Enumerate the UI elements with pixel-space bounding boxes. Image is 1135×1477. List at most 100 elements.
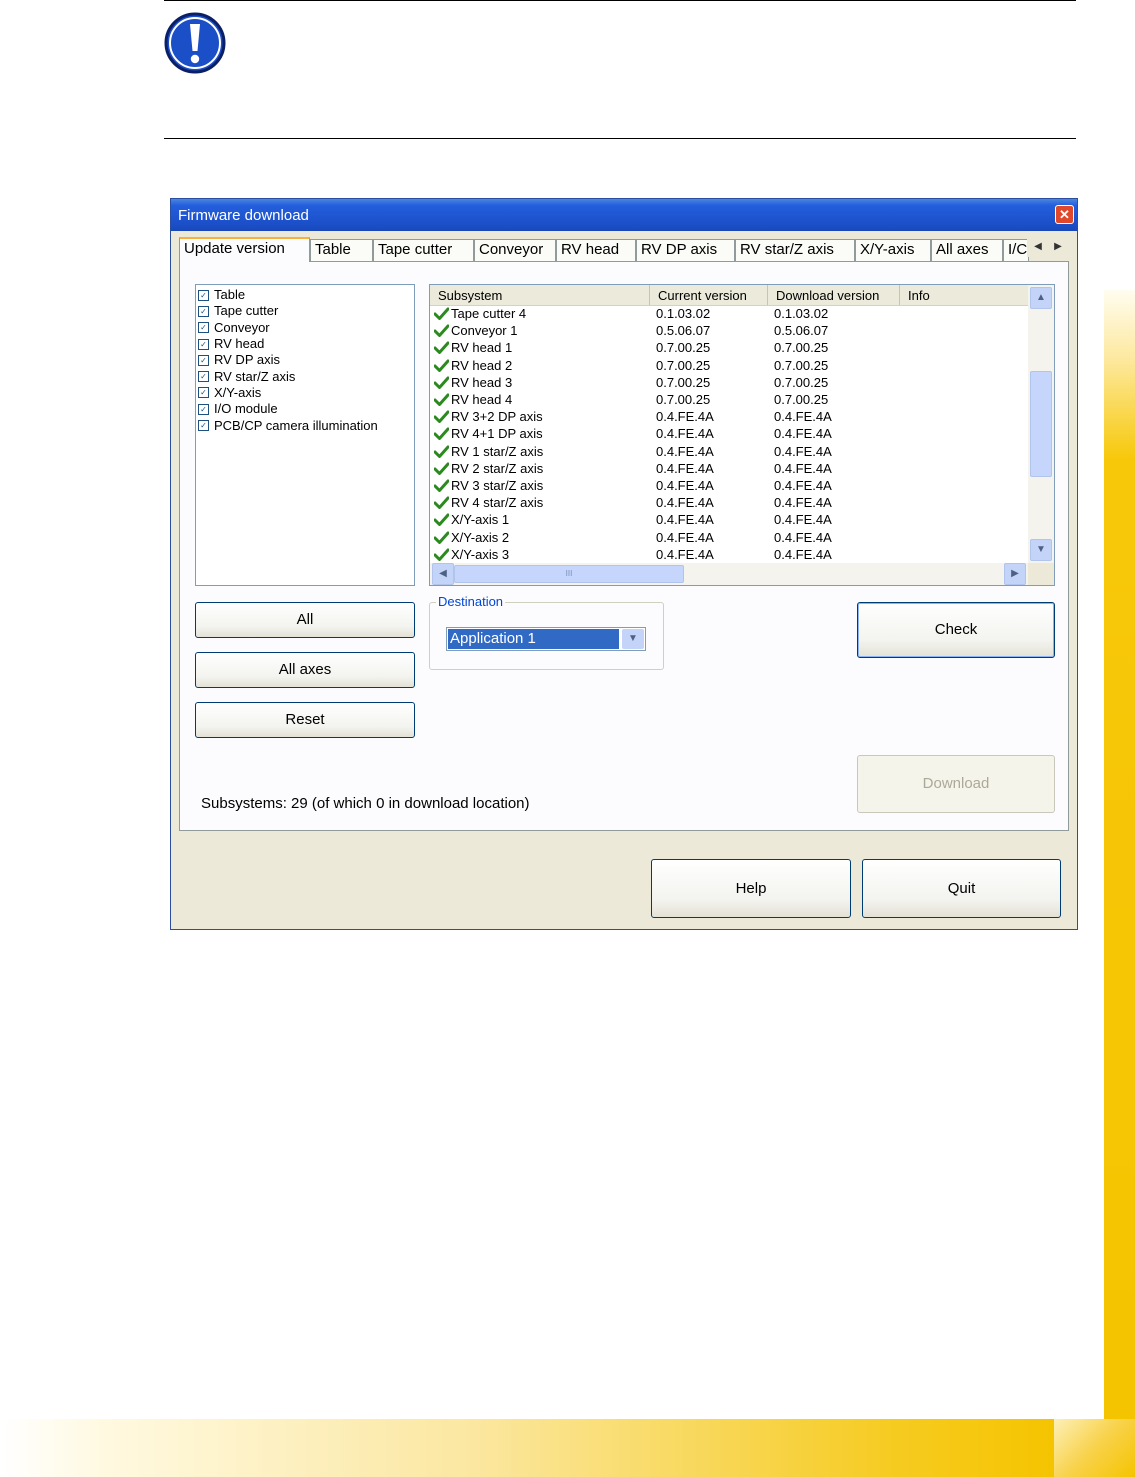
- checkbox[interactable]: ✓: [198, 420, 209, 432]
- green-checkmark-icon: [434, 393, 449, 406]
- title-bar[interactable]: Firmware download ✕: [171, 199, 1077, 231]
- decorative-bottom-bar: [0, 1419, 1054, 1477]
- vertical-scroll-thumb[interactable]: [1030, 371, 1052, 477]
- checkbox[interactable]: ✓: [198, 322, 209, 334]
- subsystem-check-rv-head[interactable]: ✓ RV head: [196, 336, 414, 352]
- cell-current-version: 0.5.06.07: [656, 323, 711, 339]
- green-checkmark-icon: [434, 410, 449, 424]
- checkbox[interactable]: ✓: [198, 387, 209, 399]
- tab-tape-cutter[interactable]: Tape cutter: [373, 239, 474, 261]
- quit-button[interactable]: Quit: [862, 859, 1061, 918]
- scroll-up-icon[interactable]: ▲: [1030, 287, 1052, 309]
- cell-subsystem: X/Y-axis 2: [451, 529, 510, 545]
- scroll-left-icon[interactable]: ◀: [432, 563, 454, 585]
- horizontal-scroll-thumb[interactable]: III: [454, 565, 684, 583]
- check-button[interactable]: Check: [857, 602, 1055, 658]
- update-version-panel: ✓ Table ✓ Tape cutter ✓ Conveyor ✓ RV head ✓…: [179, 261, 1069, 831]
- download-button[interactable]: Download: [857, 755, 1055, 813]
- table-row[interactable]: RV head 1 0.7.00.25 0.7.00.25: [430, 339, 1028, 356]
- cell-current-version: 0.7.00.25: [656, 340, 711, 356]
- version-grid: Subsystem Current version Download versi…: [429, 284, 1055, 586]
- subsystem-check-rv-star-z-axis[interactable]: ✓ RV star/Z axis: [196, 368, 414, 384]
- table-row[interactable]: X/Y-axis 3 0.4.FE.4A 0.4.FE.4A: [430, 546, 1028, 563]
- cell-subsystem: RV head 3: [451, 374, 513, 390]
- close-icon[interactable]: ✕: [1055, 205, 1074, 224]
- green-checkmark-icon: [434, 496, 449, 510]
- tab-scroll-right-icon[interactable]: ▶: [1047, 237, 1069, 257]
- column-header-download-version[interactable]: Download version: [768, 285, 900, 305]
- table-row[interactable]: RV 3 star/Z axis 0.4.FE.4A 0.4.FE.4A: [430, 477, 1028, 494]
- cell-current-version: 0.7.00.25: [656, 392, 711, 407]
- subsystem-label: Conveyor: [214, 319, 270, 335]
- vertical-scrollbar[interactable]: ▲ ▼: [1028, 285, 1054, 563]
- cell-subsystem: X/Y-axis 3: [451, 546, 510, 562]
- checkbox[interactable]: ✓: [198, 305, 209, 317]
- tab-table[interactable]: Table: [310, 239, 373, 261]
- subsystem-check-table[interactable]: ✓ Table: [196, 287, 414, 303]
- column-header-info[interactable]: Info: [900, 285, 1028, 305]
- checkbox[interactable]: ✓: [198, 403, 209, 415]
- subsystem-checklist: ✓ Table ✓ Tape cutter ✓ Conveyor ✓ RV head ✓…: [195, 284, 415, 586]
- horizontal-scrollbar[interactable]: ◀ III ▶: [430, 563, 1028, 585]
- tab-rv-dp-axis[interactable]: RV DP axis: [636, 239, 735, 261]
- help-button[interactable]: Help: [651, 859, 851, 918]
- tab-conveyor[interactable]: Conveyor: [474, 239, 556, 261]
- column-header-current-version[interactable]: Current version: [650, 285, 768, 305]
- cell-download-version: 0.7.00.25: [774, 392, 829, 407]
- subsystem-check-tape-cutter[interactable]: ✓ Tape cutter: [196, 303, 414, 319]
- decorative-bottom-corner: [1054, 1419, 1135, 1477]
- table-row[interactable]: RV 3+2 DP axis 0.4.FE.4A 0.4.FE.4A: [430, 408, 1028, 425]
- column-header-subsystem[interactable]: Subsystem: [430, 285, 650, 305]
- table-row[interactable]: Tape cutter 4 0.1.03.02 0.1.03.02: [430, 305, 1028, 322]
- table-row[interactable]: RV head 2 0.7.00.25 0.7.00.25: [430, 357, 1028, 374]
- table-row[interactable]: Conveyor 1 0.5.06.07 0.5.06.07: [430, 322, 1028, 339]
- subsystem-check-conveyor[interactable]: ✓ Conveyor: [196, 320, 414, 336]
- checkbox[interactable]: ✓: [198, 371, 209, 383]
- tab-all-axes[interactable]: All axes: [931, 239, 1003, 261]
- table-row[interactable]: RV head 3 0.7.00.25 0.7.00.25: [430, 374, 1028, 391]
- table-row[interactable]: RV 4+1 DP axis 0.4.FE.4A 0.4.FE.4A: [430, 425, 1028, 442]
- destination-select[interactable]: Application 1 ▼: [446, 627, 646, 651]
- tab-scroll-left-icon[interactable]: ◀: [1027, 237, 1049, 257]
- cell-download-version: 0.1.03.02: [774, 306, 829, 321]
- cell-current-version: 0.4.FE.4A: [656, 426, 714, 442]
- chevron-down-icon[interactable]: ▼: [622, 629, 644, 649]
- table-row[interactable]: RV 2 star/Z axis 0.4.FE.4A 0.4.FE.4A: [430, 460, 1028, 477]
- subsystem-label: Tape cutter: [214, 303, 279, 319]
- cell-subsystem: RV 3 star/Z axis: [451, 478, 544, 493]
- cell-subsystem: RV 1 star/Z axis: [451, 443, 544, 459]
- table-row[interactable]: RV 4 star/Z axis 0.4.FE.4A 0.4.FE.4A: [430, 494, 1028, 511]
- cell-subsystem: RV 2 star/Z axis: [451, 460, 544, 476]
- subsystem-check-rv-dp-axis[interactable]: ✓ RV DP axis: [196, 352, 414, 368]
- table-row[interactable]: RV 1 star/Z axis 0.4.FE.4A 0.4.FE.4A: [430, 443, 1028, 460]
- subsystem-check-pcb-cp-camera[interactable]: ✓ PCB/CP camera illumination: [196, 417, 414, 433]
- scroll-right-icon[interactable]: ▶: [1004, 563, 1026, 585]
- checkbox[interactable]: ✓: [198, 289, 209, 301]
- cell-current-version: 0.4.FE.4A: [656, 512, 714, 528]
- top-rule: [164, 0, 1076, 1]
- checkbox[interactable]: ✓: [198, 354, 209, 366]
- destination-selected-value[interactable]: Application 1: [448, 629, 619, 649]
- checkbox[interactable]: ✓: [198, 338, 209, 350]
- subsystem-check-io-module[interactable]: ✓ I/O module: [196, 401, 414, 417]
- subsystem-check-xy-axis[interactable]: ✓ X/Y-axis: [196, 385, 414, 401]
- cell-download-version: 0.4.FE.4A: [774, 426, 832, 442]
- table-row[interactable]: RV head 4 0.7.00.25 0.7.00.25: [430, 391, 1028, 408]
- all-button[interactable]: All: [195, 602, 415, 638]
- reset-button[interactable]: Reset: [195, 702, 415, 738]
- subsystems-status: Subsystems: 29 (of which 0 in download l…: [201, 795, 530, 812]
- cell-download-version: 0.4.FE.4A: [774, 512, 832, 528]
- tab-xy-axis[interactable]: X/Y-axis: [855, 239, 931, 261]
- table-row[interactable]: X/Y-axis 2 0.4.FE.4A 0.4.FE.4A: [430, 529, 1028, 546]
- all-axes-button[interactable]: All axes: [195, 652, 415, 688]
- green-checkmark-icon: [434, 324, 449, 338]
- tab-update-version[interactable]: Update version: [179, 237, 310, 262]
- scroll-down-icon[interactable]: ▼: [1030, 539, 1052, 561]
- table-row[interactable]: X/Y-axis 1 0.4.FE.4A 0.4.FE.4A: [430, 511, 1028, 528]
- tab-strip: Update version Table Tape cutter Conveyo…: [179, 237, 1069, 262]
- tab-rv-head[interactable]: RV head: [556, 239, 636, 261]
- tab-io[interactable]: I/C: [1003, 239, 1029, 261]
- green-checkmark-icon: [434, 513, 449, 527]
- tab-rv-star-z-axis[interactable]: RV star/Z axis: [735, 239, 855, 261]
- subsystem-label: RV head: [214, 336, 265, 352]
